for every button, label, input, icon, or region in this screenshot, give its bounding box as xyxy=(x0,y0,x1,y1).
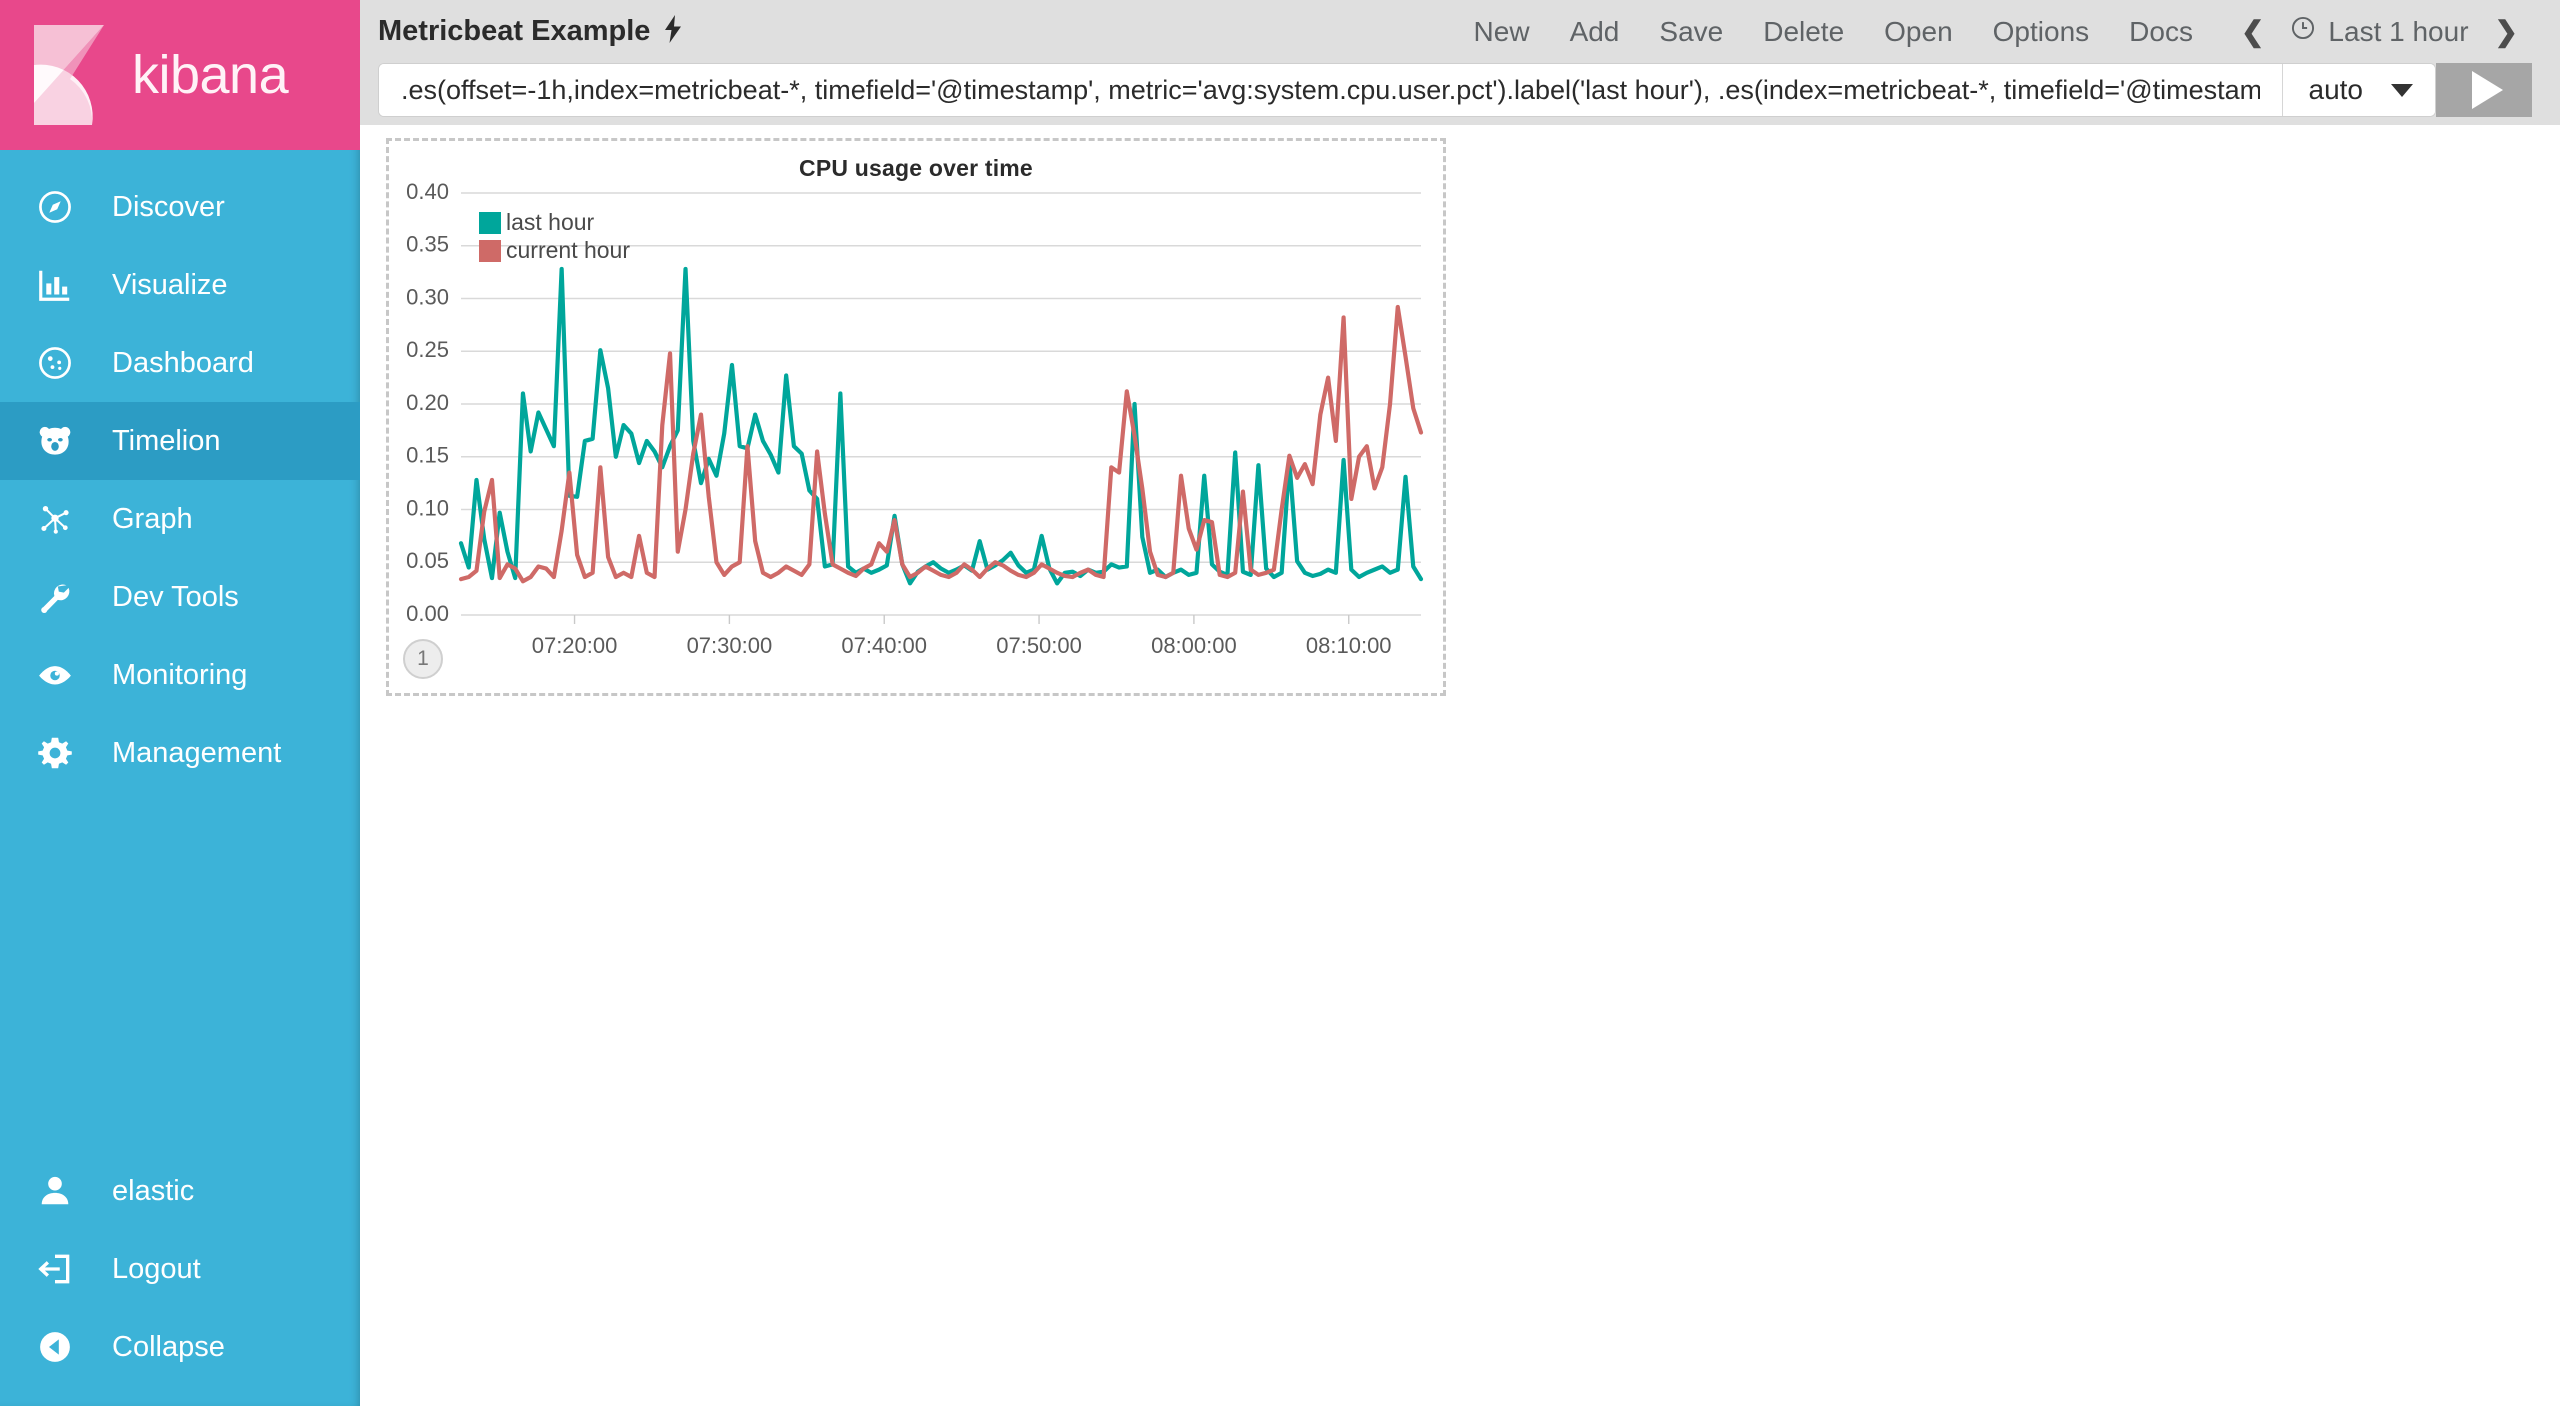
expression-input-group: auto xyxy=(378,63,2436,117)
legend-label: current hour xyxy=(506,237,630,263)
interval-value: auto xyxy=(2308,74,2364,105)
top-nav-actions: New Add Save Delete Open Options Docs ❮ xyxy=(1454,0,2532,63)
y-axis-tick-label: 0.30 xyxy=(406,284,449,309)
chevron-left-icon[interactable]: ❮ xyxy=(2227,0,2278,63)
lightning-bolt-icon xyxy=(662,15,684,48)
eye-icon xyxy=(36,656,90,694)
page-title-text: Metricbeat Example xyxy=(378,15,651,47)
y-axis-tick-label: 0.05 xyxy=(406,548,449,573)
chart-panel[interactable]: CPU usage over time 0.00 0.05 0.10 0.15 0.20… xyxy=(386,138,1446,696)
x-axis-tick-label: 08:10:00 xyxy=(1306,633,1392,658)
y-axis-tick-label: 0.10 xyxy=(406,495,449,520)
docs-button[interactable]: Docs xyxy=(2109,0,2213,63)
legend-swatch xyxy=(479,212,501,234)
bar-chart-icon xyxy=(36,266,90,304)
sheet-number-badge[interactable]: 1 xyxy=(403,639,443,679)
sidebar-item-label: Monitoring xyxy=(112,658,248,691)
x-axis-tick-label: 07:40:00 xyxy=(841,633,927,658)
new-button[interactable]: New xyxy=(1454,0,1550,63)
sidebar-item-timelion[interactable]: Timelion xyxy=(0,402,360,480)
expression-input[interactable] xyxy=(379,64,2282,116)
sidebar-item-label: Discover xyxy=(112,190,225,223)
series-line-1 xyxy=(458,304,1424,584)
y-axis-tick-label: 0.20 xyxy=(406,390,449,415)
global-nav-sidebar: kibana Discover Visualize Dashboard Time… xyxy=(0,0,360,1406)
sidebar-item-label: Management xyxy=(112,736,282,769)
clock-icon xyxy=(2290,15,2316,48)
chevron-down-icon xyxy=(2391,83,2413,97)
main-content: Metricbeat Example New Add Save Delete O… xyxy=(360,0,2560,1406)
sidebar-item-label: Dev Tools xyxy=(112,580,239,613)
save-button[interactable]: Save xyxy=(1639,0,1743,63)
sidebar-item-label: Logout xyxy=(112,1252,201,1285)
x-axis-tick-label: 07:20:00 xyxy=(532,633,618,658)
collapse-left-icon xyxy=(36,1328,90,1366)
options-button[interactable]: Options xyxy=(1973,0,2110,63)
y-axis-tick-label: 0.35 xyxy=(406,232,449,257)
legend-label: last hour xyxy=(506,209,595,235)
open-button[interactable]: Open xyxy=(1864,0,1973,63)
compass-icon xyxy=(36,188,90,226)
sidebar-item-monitoring[interactable]: Monitoring xyxy=(0,636,360,714)
y-axis-tick-label: 0.00 xyxy=(406,601,449,626)
logout-icon xyxy=(36,1250,90,1288)
x-axis-tick-label: 07:30:00 xyxy=(687,633,773,658)
sidebar-item-label: Timelion xyxy=(112,424,221,457)
sidebar-item-label: elastic xyxy=(112,1174,195,1207)
run-expression-button[interactable] xyxy=(2436,63,2532,117)
sidebar-item-label: Collapse xyxy=(112,1330,225,1363)
y-axis-tick-label: 0.25 xyxy=(406,337,449,362)
sidebar-bottom-list: elastic Logout Collapse xyxy=(0,1152,360,1406)
add-button[interactable]: Add xyxy=(1550,0,1640,63)
sidebar-item-dev-tools[interactable]: Dev Tools xyxy=(0,558,360,636)
kibana-app: kibana Discover Visualize Dashboard Time… xyxy=(0,0,2560,1406)
sidebar-item-collapse[interactable]: Collapse xyxy=(0,1308,360,1386)
y-axis-tick-label: 0.40 xyxy=(406,179,449,204)
page-title: Metricbeat Example xyxy=(378,15,684,48)
x-axis-tick-label: 07:50:00 xyxy=(996,633,1082,658)
graph-nodes-icon xyxy=(36,500,90,538)
user-icon xyxy=(36,1172,90,1210)
sidebar-item-dashboard[interactable]: Dashboard xyxy=(0,324,360,402)
sidebar-item-management[interactable]: Management xyxy=(0,714,360,792)
sidebar-item-graph[interactable]: Graph xyxy=(0,480,360,558)
kibana-logo-icon xyxy=(34,25,112,125)
kibana-logo-block[interactable]: kibana xyxy=(0,0,360,150)
chevron-right-icon[interactable]: ❯ xyxy=(2481,0,2532,63)
timelion-canvas: CPU usage over time 0.00 0.05 0.10 0.15 0.20… xyxy=(360,125,2560,1406)
sidebar-nav-list: Discover Visualize Dashboard Timelion Gr… xyxy=(0,150,360,792)
y-axis-tick-label: 0.15 xyxy=(406,443,449,468)
dashboard-icon xyxy=(36,344,90,382)
interval-select[interactable]: auto xyxy=(2281,64,2435,116)
sidebar-item-label: Dashboard xyxy=(112,346,254,379)
chart-svg: 0.00 0.05 0.10 0.15 0.20 0.25 0.30 0.35 0.40 07:2… xyxy=(406,179,1424,658)
x-axis-tick-label: 08:00:00 xyxy=(1151,633,1237,658)
sidebar-item-user[interactable]: elastic xyxy=(0,1152,360,1230)
bear-icon xyxy=(36,422,90,460)
legend-swatch xyxy=(479,240,501,262)
delete-button[interactable]: Delete xyxy=(1743,0,1864,63)
timelion-top-nav: Metricbeat Example New Add Save Delete O… xyxy=(360,0,2560,63)
gear-icon xyxy=(36,734,90,772)
chart-plot-area[interactable]: 0.00 0.05 0.10 0.15 0.20 0.25 0.30 0.35 0.40 07:2… xyxy=(389,141,1443,693)
sidebar-item-logout[interactable]: Logout xyxy=(0,1230,360,1308)
expression-bar: auto xyxy=(360,63,2560,125)
time-navigation: ❮ Last 1 hour ❯ xyxy=(2227,0,2532,63)
wrench-icon xyxy=(36,578,90,616)
time-range-label: Last 1 hour xyxy=(2328,15,2469,47)
sidebar-item-label: Visualize xyxy=(112,268,228,301)
sidebar-item-label: Graph xyxy=(112,502,193,535)
kibana-logo-text: kibana xyxy=(132,45,289,105)
sidebar-item-visualize[interactable]: Visualize xyxy=(0,246,360,324)
play-icon xyxy=(2471,71,2503,109)
sidebar-item-discover[interactable]: Discover xyxy=(0,168,360,246)
time-range-picker[interactable]: Last 1 hour xyxy=(2282,15,2476,48)
